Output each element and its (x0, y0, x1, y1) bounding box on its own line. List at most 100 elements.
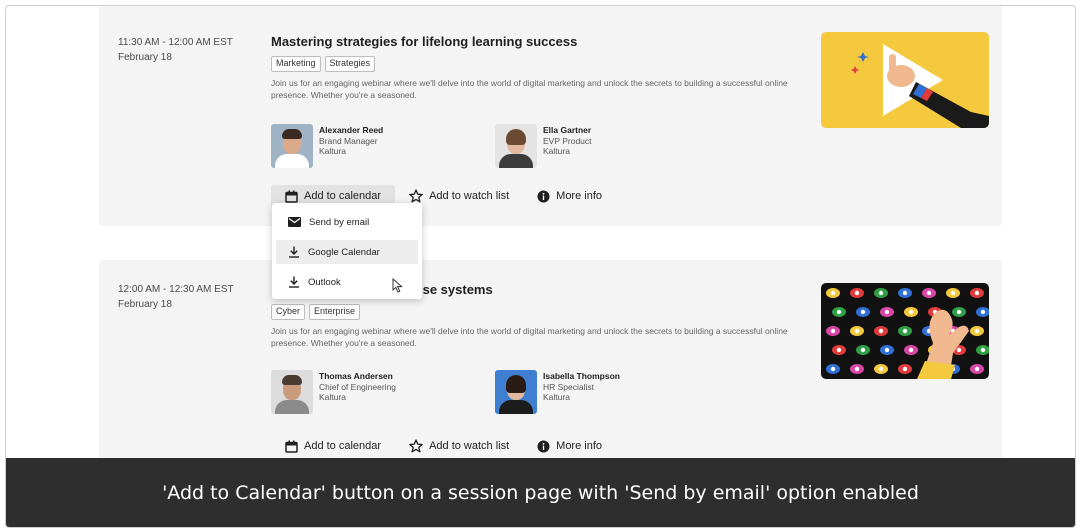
session-date: February 18 (118, 52, 172, 63)
screenshot-frame: 11:30 AM - 12:00 AM EST February 18 Mast… (5, 5, 1076, 528)
speaker-company: Kaltura (319, 146, 346, 157)
add-to-calendar-button[interactable]: Add to calendar (271, 435, 395, 458)
speaker-avatar (495, 370, 537, 414)
eye-pupil (836, 347, 842, 353)
speaker-name: Ella Gartner (543, 125, 592, 135)
speaker-name: Isabella Thompson (543, 371, 620, 381)
session-description: Join us for an engaging webinar where we… (271, 326, 788, 348)
eye-pupil (884, 309, 890, 315)
menu-item-send-by-email[interactable]: Send by email (276, 210, 418, 234)
speaker-name: Thomas Andersen (319, 371, 393, 381)
eye-pupil (884, 347, 890, 353)
eye-pupil (908, 309, 914, 315)
eye-pupil (956, 347, 962, 353)
eye-pupil (974, 290, 980, 296)
caption-bar: 'Add to Calendar' button on a session pa… (6, 458, 1075, 527)
session-title[interactable]: Mastering strategies for lifelong learni… (271, 34, 577, 49)
session-time: 11:30 AM - 12:00 AM EST February 18 (118, 35, 233, 65)
eye-pupil (878, 328, 884, 334)
star-icon (409, 189, 423, 203)
menu-item-outlook[interactable]: Outlook (276, 270, 418, 294)
add-to-calendar-label: Add to calendar (304, 440, 382, 452)
eye-pupil (878, 366, 884, 372)
add-to-watch-list-label: Add to watch list (429, 190, 510, 202)
session-time: 12:00 AM - 12:30 AM EST February 18 (118, 282, 234, 312)
more-info-label: More info (556, 190, 603, 202)
session-card: 11:30 AM - 12:00 AM EST February 18 Mast… (99, 6, 1002, 226)
speaker-role: Chief of Engineering (319, 381, 397, 392)
session-date: February 18 (118, 299, 172, 310)
eye-pupil (878, 290, 884, 296)
speaker-role: HR Specialist (543, 381, 595, 392)
tag[interactable]: Cyber (271, 304, 306, 320)
speaker-avatar (495, 124, 537, 168)
eye-pupil (860, 347, 866, 353)
eye-pupil (860, 309, 866, 315)
eyes-pattern-illustration (826, 288, 989, 379)
speaker-avatar (271, 370, 313, 414)
session-tags: Cyber Enterprise (271, 304, 361, 320)
calendar-icon (285, 440, 298, 453)
star-icon (409, 439, 423, 453)
speaker-company: Kaltura (543, 392, 570, 403)
eye-pupil (854, 290, 860, 296)
more-info-button[interactable]: More info (523, 185, 616, 208)
session-tags: Marketing Strategies (271, 56, 376, 72)
eye-pupil (854, 328, 860, 334)
eye-pupil (950, 290, 956, 296)
speaker-name: Alexander Reed (319, 125, 384, 135)
menu-item-label: Send by email (309, 216, 370, 228)
session-actions: Add to calendar Add to watch list More i… (271, 434, 616, 458)
eye-pupil (830, 328, 836, 334)
session-time-range: 12:00 AM - 12:30 AM EST (118, 284, 234, 295)
info-icon (537, 440, 550, 452)
eye-pupil (908, 347, 914, 353)
session-thumbnail[interactable] (821, 283, 989, 379)
eye-pupil (956, 309, 962, 315)
session-thumbnail[interactable] (821, 32, 989, 128)
add-to-watch-list-button[interactable]: Add to watch list (395, 434, 523, 458)
speaker[interactable]: Ella Gartner EVP Product Kaltura (495, 124, 592, 168)
eye-pupil (902, 328, 908, 334)
more-info-label: More info (556, 440, 603, 452)
download-icon (289, 276, 299, 288)
tag[interactable]: Marketing (271, 56, 321, 72)
eye-pupil (836, 309, 842, 315)
eye-pupil (830, 290, 836, 296)
speaker[interactable]: Alexander Reed Brand Manager Kaltura (271, 124, 383, 168)
eye-pupil (974, 366, 980, 372)
speaker-company: Kaltura (543, 146, 570, 157)
menu-item-google-calendar[interactable]: Google Calendar (276, 240, 418, 293)
more-info-button[interactable]: More info (523, 435, 616, 458)
eye-pupil (980, 347, 986, 353)
add-to-calendar-label: Add to calendar (304, 190, 382, 202)
eye-pupil (980, 309, 986, 315)
eye-pupil (974, 328, 980, 334)
eye-pupil (854, 366, 860, 372)
speaker-role: Brand Manager (319, 135, 378, 146)
speaker-avatar (271, 124, 313, 168)
session-title[interactable]: ise systems (419, 282, 493, 297)
tag[interactable]: Enterprise (309, 304, 361, 320)
tag[interactable]: Strategies (324, 56, 376, 72)
session-time-range: 11:30 AM - 12:00 AM EST (118, 37, 233, 48)
info-icon (537, 190, 550, 202)
eye-pupil (902, 366, 908, 372)
speaker[interactable]: Thomas Andersen Chief of Engineering Kal… (271, 370, 396, 414)
envelope-icon (288, 217, 301, 227)
add-to-watch-list-label: Add to watch list (429, 440, 510, 452)
eye-pupil (830, 366, 836, 372)
speaker[interactable]: Isabella Thompson HR Specialist Kaltura (495, 370, 620, 414)
session-description: Join us for an engaging webinar where we… (271, 78, 788, 100)
speaker-company: Kaltura (319, 392, 346, 403)
download-icon (289, 246, 299, 258)
session-card: 12:00 AM - 12:30 AM EST February 18 ise … (99, 260, 1002, 476)
calendar-icon (285, 190, 298, 203)
caption-text: 'Add to Calendar' button on a session pa… (162, 481, 919, 504)
menu-item-label: Google Calendar (308, 246, 380, 258)
eye-pupil (902, 290, 908, 296)
eye-pupil (926, 290, 932, 296)
speaker-role: EVP Product (543, 135, 592, 146)
thumbs-up-play-illustration (850, 44, 989, 128)
add-to-calendar-menu: Send by email Google Calendar Outlook (272, 203, 422, 299)
